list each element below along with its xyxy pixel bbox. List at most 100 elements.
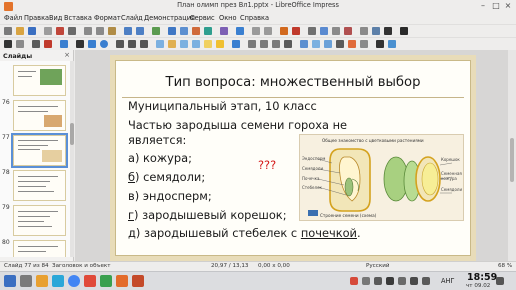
export-icon[interactable] — [44, 27, 52, 35]
glue-points-icon[interactable] — [348, 40, 356, 48]
symbol-shapes-icon[interactable] — [168, 40, 176, 48]
text-icon[interactable] — [32, 40, 40, 48]
menu-help[interactable]: Справка — [240, 14, 269, 22]
keyboard-layout[interactable]: АНГ — [441, 277, 455, 285]
minimize-icon[interactable]: – — [478, 1, 488, 11]
sidebar-toggle-icon[interactable] — [400, 27, 408, 35]
fontwork-gallery-icon[interactable] — [44, 40, 52, 48]
line-draw-icon[interactable] — [384, 27, 392, 35]
close-icon[interactable]: × — [503, 1, 513, 11]
media-icon[interactable] — [204, 27, 212, 35]
table-icon[interactable] — [168, 27, 176, 35]
undo-icon[interactable] — [124, 27, 132, 35]
open-icon[interactable] — [16, 27, 24, 35]
maximize-icon[interactable]: □ — [491, 1, 501, 11]
menu-edit[interactable]: Правка — [24, 14, 49, 22]
clock-time[interactable]: 18:59 — [467, 272, 497, 283]
delete-slide-icon[interactable] — [344, 27, 352, 35]
menu-slide[interactable]: Слайд — [121, 14, 143, 22]
print-icon[interactable] — [68, 27, 76, 35]
3d-objects-icon[interactable] — [232, 40, 240, 48]
slide-layout-icon[interactable] — [360, 27, 368, 35]
line-icon[interactable] — [76, 40, 84, 48]
basic-shapes-icon[interactable] — [156, 40, 164, 48]
menu-insert[interactable]: Вставка — [64, 14, 92, 22]
curve-icon[interactable] — [128, 40, 136, 48]
master-slide-icon[interactable] — [308, 27, 316, 35]
fontwork-icon[interactable] — [220, 27, 228, 35]
ellipse-icon[interactable] — [100, 40, 108, 48]
presentation-taskbar-icon[interactable] — [132, 275, 144, 287]
arrange-icon[interactable] — [272, 40, 280, 48]
rotate-icon[interactable] — [248, 40, 256, 48]
zoom-level[interactable]: 68 % — [498, 263, 512, 269]
flowchart-icon[interactable] — [192, 40, 200, 48]
slide-thumbnail[interactable] — [13, 100, 66, 131]
notifications-icon[interactable] — [496, 277, 504, 285]
new-slide-icon[interactable] — [320, 27, 328, 35]
animation-icon[interactable] — [388, 40, 396, 48]
question-line-2[interactable]: является: — [128, 133, 186, 147]
menu-file[interactable]: Файл — [4, 14, 22, 22]
cut-icon[interactable] — [84, 27, 92, 35]
start-slideshow-icon[interactable] — [280, 27, 288, 35]
option-a[interactable]: а) кожура; — [128, 151, 192, 165]
battery-icon[interactable] — [422, 277, 430, 285]
slide-subtitle[interactable]: Муниципальный этап, 10 класс — [128, 99, 317, 113]
textbox-icon[interactable] — [372, 27, 380, 35]
menu-view[interactable]: Вид — [49, 14, 62, 22]
volume-icon[interactable] — [374, 277, 382, 285]
bluetooth-icon[interactable] — [398, 277, 406, 285]
fill-color-icon[interactable] — [60, 40, 68, 48]
zoom-icon[interactable] — [16, 40, 24, 48]
export-pdf-icon[interactable] — [56, 27, 64, 35]
option-v[interactable]: в) эндосперм; — [128, 189, 212, 203]
lines-arrows-icon[interactable] — [116, 40, 124, 48]
browser-icon[interactable] — [68, 275, 80, 287]
new-document-icon[interactable] — [4, 27, 12, 35]
redo-icon[interactable] — [136, 27, 144, 35]
start-current-icon[interactable] — [292, 27, 300, 35]
hyperlink-icon[interactable] — [236, 27, 244, 35]
language-status[interactable]: Русский — [366, 263, 389, 269]
slide-thumbnail[interactable] — [13, 65, 66, 96]
chart-icon[interactable] — [192, 27, 200, 35]
interaction-icon[interactable] — [376, 40, 384, 48]
seed-diagram-image[interactable]: Общее знакомство с цветковыми растениями… — [299, 134, 464, 221]
points-icon[interactable] — [336, 40, 344, 48]
option-g[interactable]: г) зародышевый корешок; — [128, 208, 287, 222]
slide-thumbnail[interactable] — [13, 240, 66, 257]
close-pane-icon[interactable]: × — [64, 51, 70, 59]
start-menu-icon[interactable] — [4, 275, 16, 287]
copy-icon[interactable] — [96, 27, 104, 35]
slide-thumbnail[interactable] — [13, 170, 66, 201]
network-icon[interactable] — [410, 277, 418, 285]
block-arrows-icon[interactable] — [180, 40, 188, 48]
slides-pane-scrollbar[interactable] — [70, 61, 74, 257]
image-icon[interactable] — [180, 27, 188, 35]
tray-settings-icon[interactable] — [362, 277, 370, 285]
menu-window[interactable]: Окно — [219, 14, 237, 22]
mail-icon[interactable] — [84, 275, 96, 287]
slide-thumbnail-selected[interactable] — [11, 133, 68, 168]
filter-icon[interactable] — [312, 40, 320, 48]
display-grid-icon[interactable] — [252, 27, 260, 35]
menu-tools[interactable]: Сервис — [190, 14, 215, 22]
option-d[interactable]: д) зародышевый стебелек с почечкой. — [128, 226, 361, 240]
crop-icon[interactable] — [300, 40, 308, 48]
tray-app-icon[interactable] — [350, 277, 358, 285]
align-icon[interactable] — [260, 40, 268, 48]
save-icon[interactable] — [28, 27, 36, 35]
spelling-icon[interactable] — [152, 27, 160, 35]
shadow-icon[interactable] — [284, 40, 292, 48]
store-icon[interactable] — [52, 275, 64, 287]
connector-icon[interactable] — [140, 40, 148, 48]
calc-icon[interactable] — [100, 275, 112, 287]
menu-format[interactable]: Формат — [94, 14, 121, 22]
desktop-icon[interactable] — [20, 275, 32, 287]
vertical-scrollbar[interactable] — [508, 50, 516, 261]
slide-thumbnail[interactable] — [13, 205, 66, 236]
slide-canvas[interactable]: Тип вопроса: множественный выбор Муницип… — [110, 55, 476, 261]
question-line-1[interactable]: Частью зародыша семени гороха не — [128, 118, 347, 132]
toggle-extrusion-icon[interactable] — [360, 40, 368, 48]
